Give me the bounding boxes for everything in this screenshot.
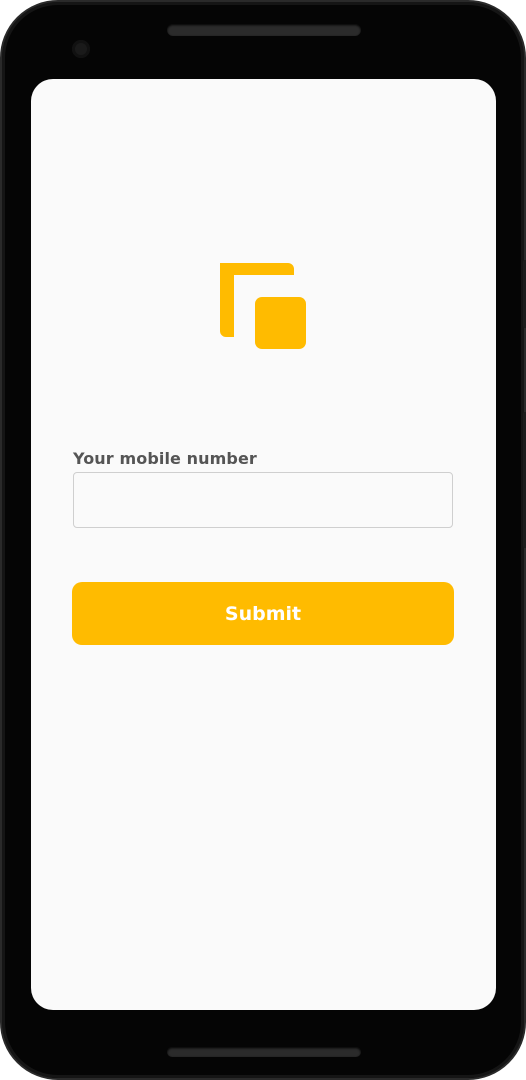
- mobile-number-label: Your mobile number: [73, 449, 257, 468]
- phone-frame: Your mobile number Submit: [0, 0, 526, 1080]
- mobile-number-input[interactable]: [73, 472, 453, 528]
- app-screen: Your mobile number Submit: [31, 79, 496, 1010]
- top-speaker: [167, 24, 361, 36]
- submit-button[interactable]: Submit: [72, 582, 454, 645]
- app-logo-icon: [220, 263, 306, 349]
- bottom-speaker: [167, 1047, 361, 1057]
- front-camera: [72, 40, 90, 58]
- logo-front-square: [255, 297, 306, 349]
